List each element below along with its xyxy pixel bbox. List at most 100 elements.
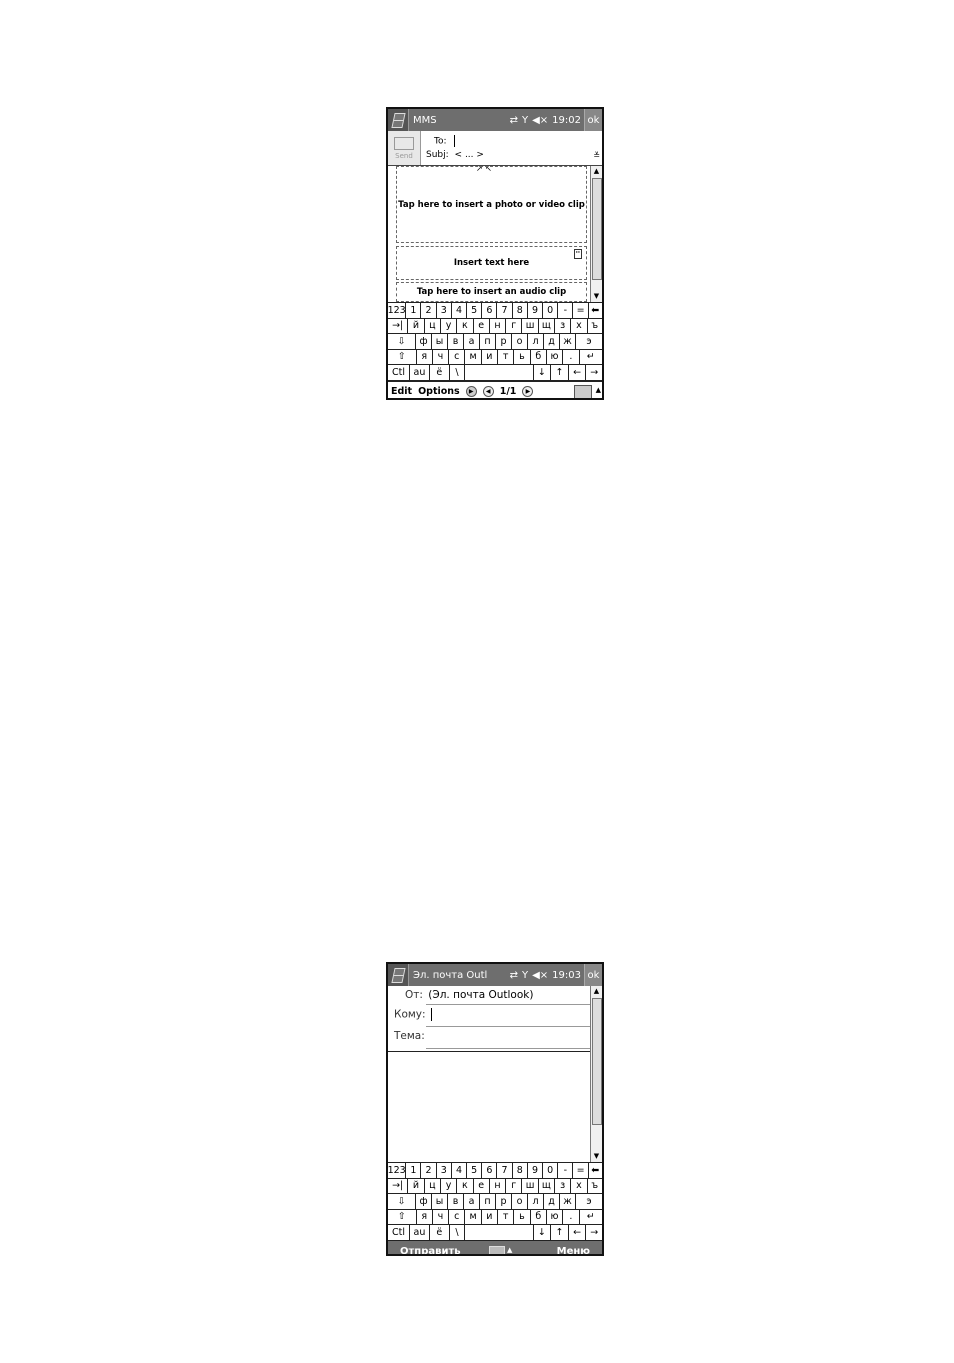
keyboard-icon[interactable] xyxy=(489,1245,505,1254)
scroll-thumb[interactable] xyxy=(592,178,602,280)
key[interactable]: - xyxy=(558,303,574,318)
key[interactable]: 9 xyxy=(528,303,544,318)
key[interactable]: к xyxy=(457,318,474,333)
key[interactable]: к xyxy=(457,1178,474,1193)
key[interactable]: ⇧ xyxy=(388,1209,417,1224)
key[interactable]: ю xyxy=(547,1209,564,1224)
send-button[interactable]: Send xyxy=(388,131,421,165)
key[interactable]: ц xyxy=(425,1178,441,1193)
key[interactable]: г xyxy=(506,318,523,333)
key[interactable]: 5 xyxy=(467,303,483,318)
clock[interactable]: 19:02 xyxy=(552,115,581,126)
ok-button[interactable]: ok xyxy=(584,109,602,131)
key[interactable]: э xyxy=(576,1194,602,1209)
key[interactable]: щ xyxy=(539,1178,556,1193)
key[interactable]: = xyxy=(573,1163,589,1178)
sync-icon[interactable]: ⇄ xyxy=(510,970,518,981)
key[interactable]: Ctl xyxy=(388,365,411,380)
key[interactable]: т xyxy=(498,1209,515,1224)
key[interactable]: ж xyxy=(560,334,576,349)
key[interactable]: х xyxy=(571,318,588,333)
speaker-mute-icon[interactable]: ◀× xyxy=(532,970,548,981)
key[interactable]: я xyxy=(417,349,433,364)
key[interactable]: ъ xyxy=(588,1179,602,1194)
key[interactable]: 2 xyxy=(421,303,437,318)
scroll-down-icon[interactable]: ▼ xyxy=(591,1151,602,1162)
options-menu[interactable]: Options xyxy=(415,386,463,397)
key[interactable]: ↵ xyxy=(580,1210,602,1225)
input-menu-arrow-icon[interactable]: ▲ xyxy=(507,1246,512,1254)
key[interactable]: 2 xyxy=(421,1163,437,1178)
key[interactable]: й xyxy=(408,1178,425,1193)
key[interactable]: ш xyxy=(522,318,539,333)
key[interactable]: ы xyxy=(432,1194,448,1209)
key[interactable]: 123 xyxy=(388,303,407,318)
key[interactable]: б xyxy=(531,349,547,364)
text-slot[interactable]: Insert text here '' xyxy=(396,246,587,280)
key[interactable]: → xyxy=(586,365,601,380)
speaker-mute-icon[interactable]: ◀× xyxy=(532,115,548,126)
key[interactable]: х xyxy=(571,1178,588,1193)
from-row[interactable]: От: (Эл. почта Outlook) xyxy=(405,989,591,1001)
key[interactable]: в xyxy=(448,1194,464,1209)
message-body[interactable] xyxy=(388,1053,591,1162)
scroll-thumb[interactable] xyxy=(592,998,602,1125)
audio-slot[interactable]: Tap here to insert an audio clip xyxy=(396,282,587,302)
key[interactable]: з xyxy=(555,1178,572,1193)
key[interactable]: и xyxy=(482,349,499,364)
subject-row[interactable]: Тема: xyxy=(394,1030,591,1042)
keyboard-icon[interactable] xyxy=(574,384,592,398)
key[interactable]: → xyxy=(586,1225,601,1240)
key[interactable]: →| xyxy=(388,1178,409,1193)
key[interactable]: Ctl xyxy=(388,1225,411,1240)
key[interactable]: о xyxy=(512,334,528,349)
edit-menu[interactable]: Edit xyxy=(388,386,415,397)
prev-page-icon[interactable]: ◀ xyxy=(482,386,494,397)
key[interactable]: б xyxy=(531,1209,547,1224)
chevron-down-double-icon[interactable]: ≚ xyxy=(593,151,600,160)
key[interactable]: ⇩ xyxy=(388,1194,416,1209)
key[interactable]: д xyxy=(544,1194,560,1209)
photo-slot[interactable]: Tap here to insert a photo or video clip xyxy=(396,166,587,243)
sync-icon[interactable]: ⇄ xyxy=(510,115,518,126)
key[interactable]: 1 xyxy=(406,303,422,318)
key[interactable]: 3 xyxy=(437,303,452,318)
key[interactable]: аu xyxy=(410,1225,430,1240)
vertical-scrollbar[interactable]: ▲ ▼ xyxy=(590,166,602,302)
key[interactable]: е xyxy=(474,1178,490,1193)
key[interactable]: й xyxy=(408,318,425,333)
signal-icon[interactable]: Y xyxy=(522,970,528,981)
clock[interactable]: 19:03 xyxy=(552,970,581,981)
key[interactable]: у xyxy=(441,1178,458,1193)
key[interactable]: ь xyxy=(514,349,531,364)
key[interactable]: ⬅ xyxy=(589,303,602,318)
key[interactable]: 9 xyxy=(528,1163,544,1178)
ok-button[interactable]: ok xyxy=(584,964,602,986)
key[interactable]: 8 xyxy=(513,303,528,318)
key[interactable]: я xyxy=(417,1209,433,1224)
key[interactable]: ⇧ xyxy=(388,349,417,364)
key[interactable]: з xyxy=(555,318,572,333)
key[interactable]: ↑ xyxy=(551,1225,569,1240)
key[interactable]: 0 xyxy=(543,1163,559,1178)
key[interactable]: - xyxy=(558,1163,574,1178)
key[interactable]: ↓ xyxy=(534,365,552,380)
key[interactable]: р xyxy=(496,334,512,349)
key[interactable]: 6 xyxy=(482,303,498,318)
key[interactable]: е xyxy=(474,318,490,333)
key[interactable]: 1 xyxy=(406,1163,422,1178)
key[interactable]: \ xyxy=(450,1225,466,1240)
key[interactable]: в xyxy=(448,334,464,349)
windows-logo-icon[interactable] xyxy=(388,964,409,986)
key[interactable]: а xyxy=(464,1194,480,1209)
key[interactable]: ⬅ xyxy=(589,1163,602,1178)
key[interactable]: ё xyxy=(430,365,450,380)
key[interactable]: г xyxy=(506,1178,523,1193)
key[interactable]: с xyxy=(449,349,466,364)
key[interactable]: 4 xyxy=(452,1163,468,1178)
key[interactable]: н xyxy=(490,318,507,333)
vertical-scrollbar[interactable]: ▲ ▼ xyxy=(590,986,602,1162)
subject-field[interactable]: Subj: < ... > xyxy=(426,150,484,160)
key[interactable]: 0 xyxy=(543,303,559,318)
key[interactable]: . xyxy=(563,349,580,364)
